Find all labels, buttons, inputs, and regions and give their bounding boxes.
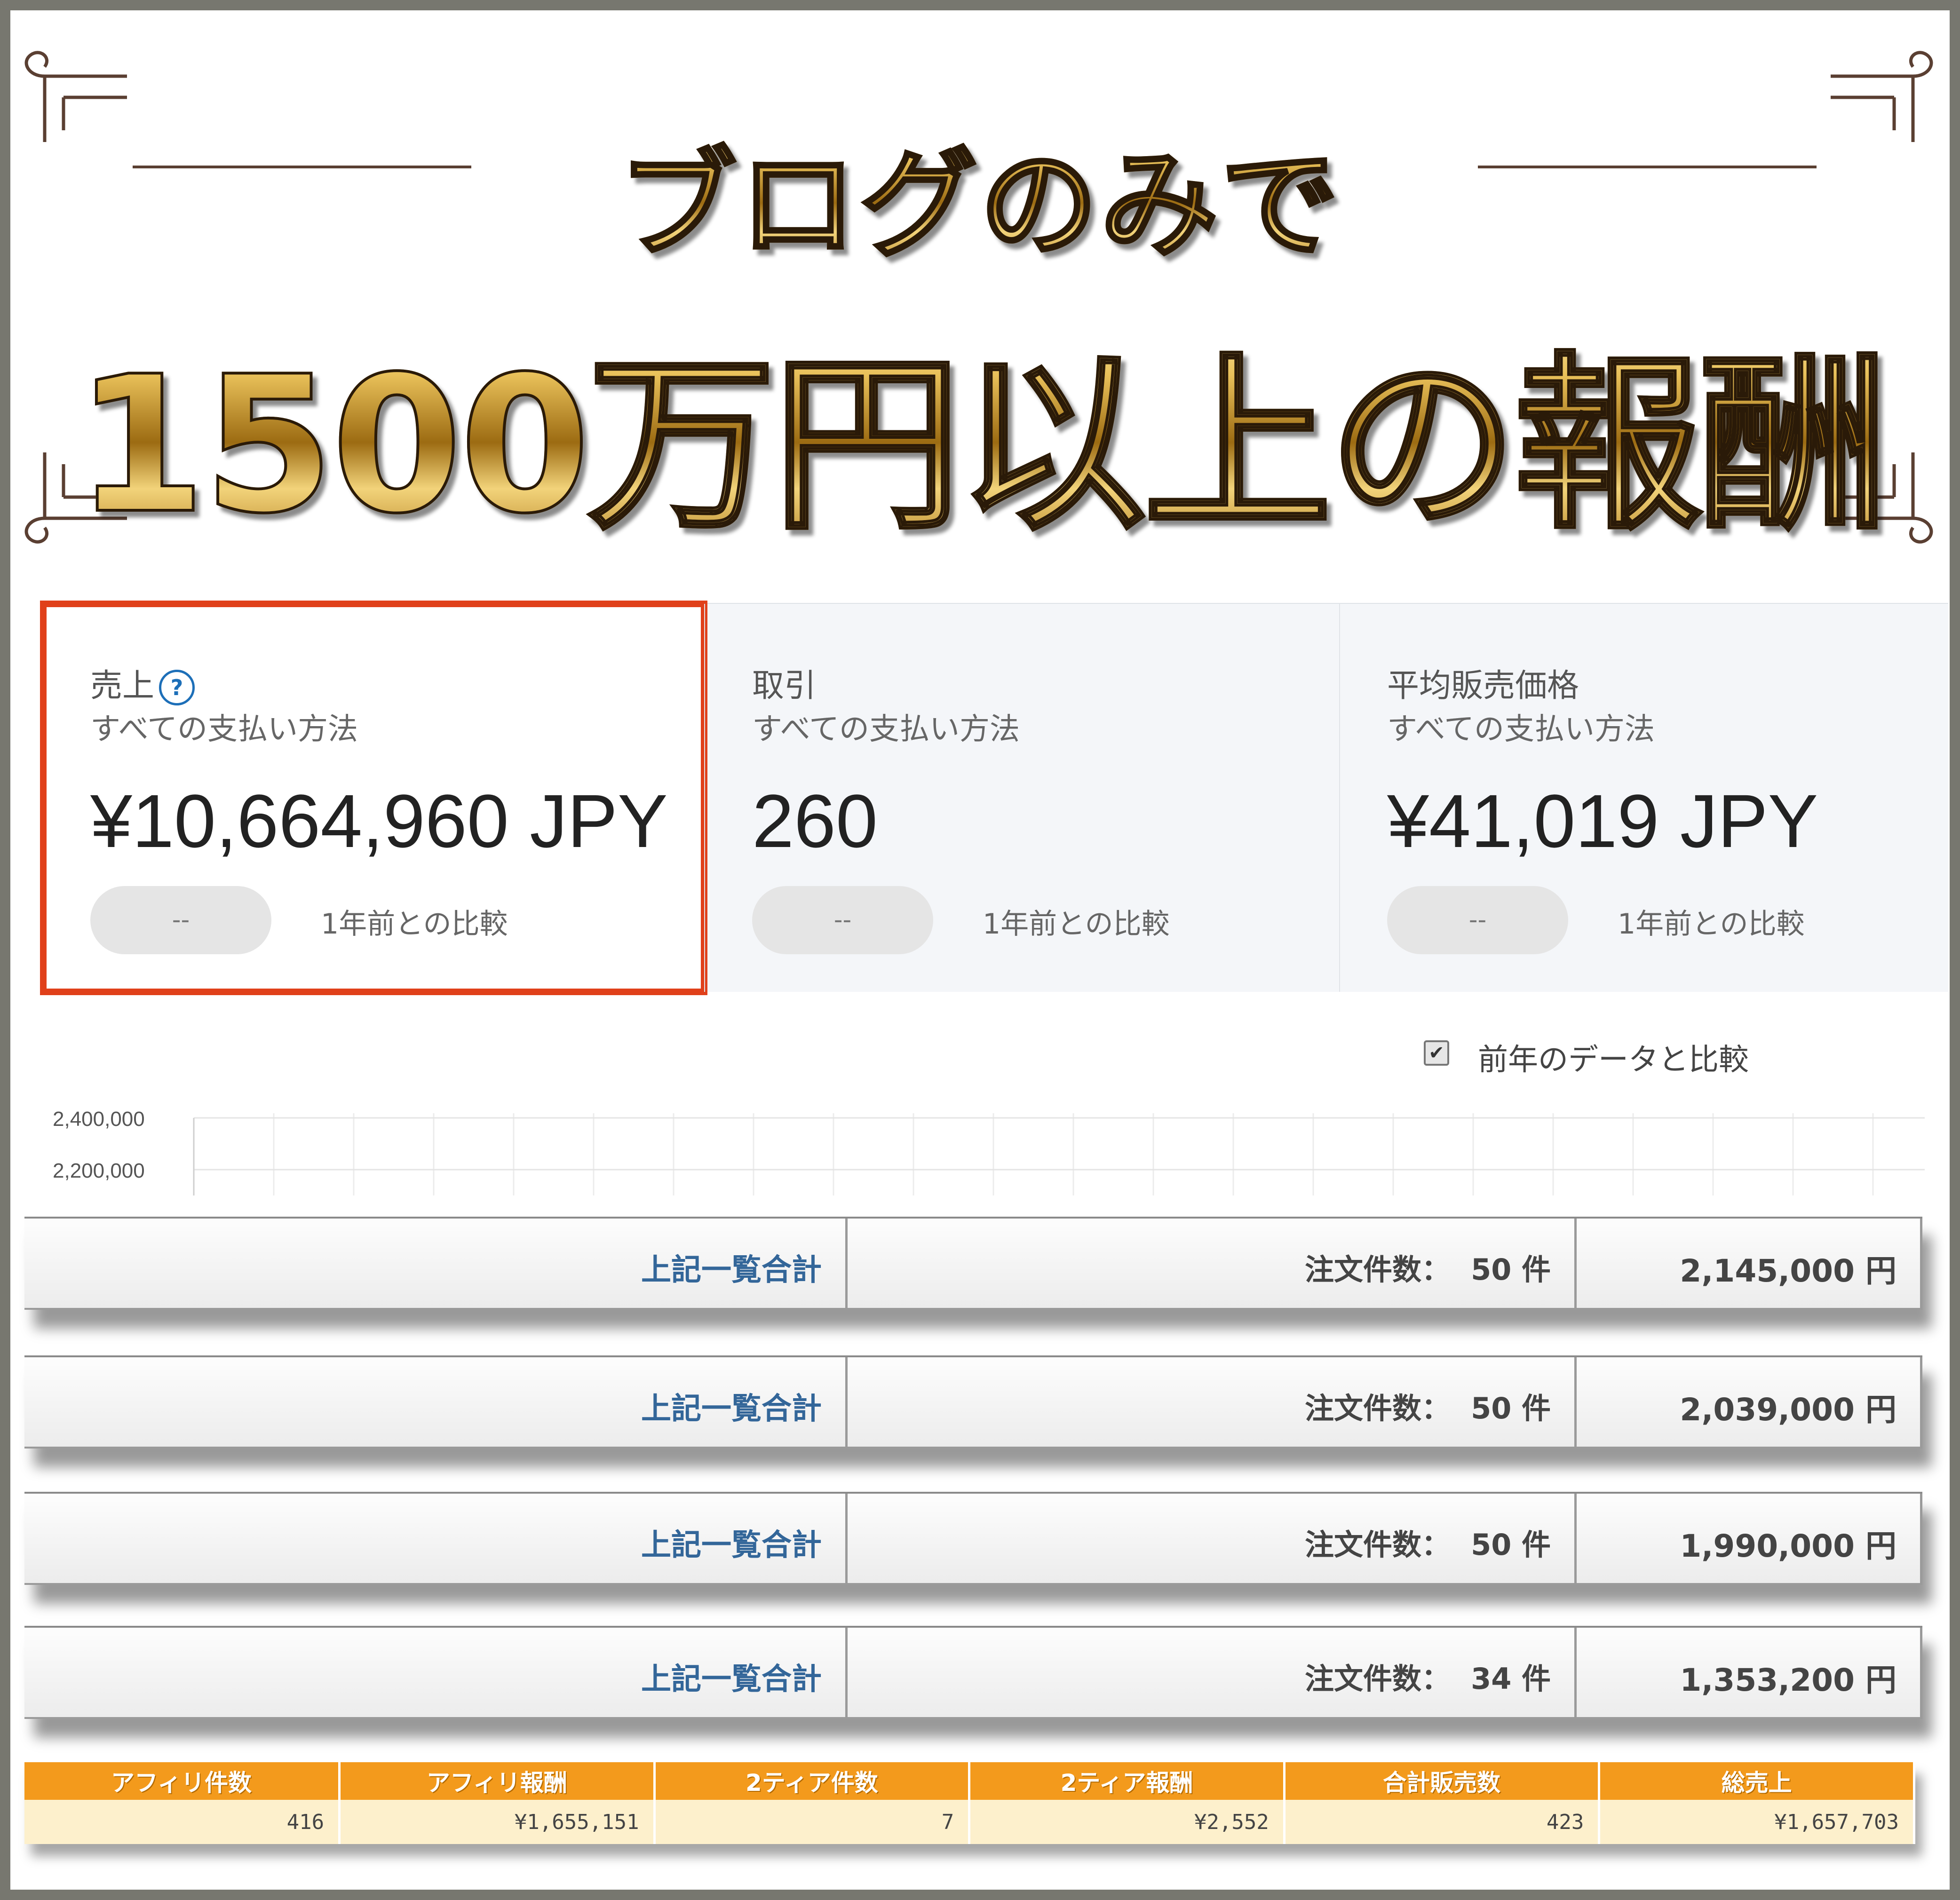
stat-value: 260: [752, 779, 878, 863]
summary-amount: 2,039,000 円: [1680, 1392, 1897, 1428]
stat-card-sales[interactable]: 売上? すべての支払い方法 ¥10,664,960 JPY -- 1年前との比較: [40, 601, 707, 995]
stat-card-transactions[interactable]: 取引 すべての支払い方法 260 -- 1年前との比較: [704, 604, 1340, 992]
summary-label[interactable]: 上記一覧合計: [641, 1655, 822, 1698]
stat-title: 売上?: [90, 659, 195, 706]
stat-change-pill: --: [752, 886, 933, 954]
stat-change-pill: --: [90, 886, 271, 954]
stat-subtitle: すべての支払い方法: [752, 712, 1020, 747]
stat-subtitle: すべての支払い方法: [1387, 712, 1655, 747]
table-cell: ¥2,552: [969, 1800, 1286, 1844]
y-tick-label: 2,200,000: [53, 1159, 145, 1182]
summary-amount: 1,353,200 円: [1680, 1662, 1897, 1698]
column-header: アフィリ件数: [24, 1762, 341, 1800]
summary-amount: 2,145,000 円: [1680, 1253, 1897, 1289]
column-header: 2ティア報酬: [969, 1762, 1286, 1800]
stat-compare-label: 1年前との比較: [321, 908, 508, 941]
summary-amount: 1,990,000 円: [1680, 1528, 1897, 1564]
page-frame: ブログのみで 1500万円以上の報酬 売上? すべての支払い方法 ¥10,664…: [10, 10, 1950, 1890]
stat-compare-label: 1年前との比較: [983, 908, 1170, 941]
summary-label[interactable]: 上記一覧合計: [641, 1521, 822, 1564]
summary-order-count: 注文件数： 34 件: [1304, 1662, 1551, 1696]
column-header: 総売上: [1599, 1762, 1915, 1800]
summary-order-count: 注文件数： 50 件: [1304, 1252, 1551, 1287]
stat-subtitle: すべての支払い方法: [90, 712, 358, 747]
stat-value: ¥10,664,960 JPY: [90, 779, 668, 863]
column-header: 合計販売数: [1284, 1762, 1601, 1800]
summary-row: 上記一覧合計 注文件数： 50 件 1,990,000 円: [24, 1492, 1922, 1585]
compare-checkbox-label: 前年のデータと比較: [1478, 1043, 1749, 1077]
stat-compare-label: 1年前との比較: [1618, 908, 1805, 941]
summary-label[interactable]: 上記一覧合計: [641, 1385, 822, 1428]
stat-card-average-price[interactable]: 平均販売価格 すべての支払い方法 ¥41,019 JPY -- 1年前との比較: [1339, 604, 1949, 992]
y-tick-label: 2,400,000: [53, 1108, 145, 1131]
stat-title: 取引: [752, 667, 817, 705]
help-icon[interactable]: ?: [159, 670, 195, 706]
table-cell: ¥1,655,151: [339, 1800, 656, 1844]
summary-order-count: 注文件数： 50 件: [1304, 1391, 1551, 1425]
table-cell: 423: [1284, 1800, 1601, 1844]
stat-change-pill: --: [1387, 886, 1568, 954]
summary-label[interactable]: 上記一覧合計: [641, 1246, 822, 1289]
headline-line-2: 1500万円以上の報酬: [10, 293, 1950, 565]
column-header: アフィリ報酬: [339, 1762, 656, 1800]
table-header-row: アフィリ件数 アフィリ報酬 2ティア件数 2ティア報酬 合計販売数 総売上: [24, 1762, 1915, 1800]
summary-order-count: 注文件数： 50 件: [1304, 1528, 1551, 1562]
stat-value: ¥41,019 JPY: [1387, 779, 1818, 863]
table-cell: 416: [24, 1800, 341, 1844]
compare-checkbox[interactable]: ✔: [1424, 1040, 1449, 1066]
sales-chart: 2,400,000 2,200,000 ✔ 前年のデータと比較: [43, 993, 1948, 1195]
stat-title: 平均販売価格: [1387, 667, 1579, 705]
table-row: 416 ¥1,655,151 7 ¥2,552 423 ¥1,657,703: [24, 1800, 1915, 1844]
stats-panel: 売上? すべての支払い方法 ¥10,664,960 JPY -- 1年前との比較…: [40, 601, 1949, 995]
chart-grid: 2,400,000 2,200,000: [53, 1108, 1925, 1195]
summary-row: 上記一覧合計 注文件数： 50 件 2,039,000 円: [24, 1355, 1922, 1449]
summary-row: 上記一覧合計 注文件数： 34 件 1,353,200 円: [24, 1626, 1922, 1719]
table-cell: ¥1,657,703: [1599, 1800, 1915, 1844]
summary-row: 上記一覧合計 注文件数： 50 件 2,145,000 円: [24, 1217, 1922, 1310]
affiliate-summary-table: アフィリ件数 アフィリ報酬 2ティア件数 2ティア報酬 合計販売数 総売上 41…: [24, 1762, 1915, 1844]
headline-line-1: ブログのみで: [10, 109, 1950, 279]
column-header: 2ティア件数: [654, 1762, 971, 1800]
table-cell: 7: [654, 1800, 971, 1844]
